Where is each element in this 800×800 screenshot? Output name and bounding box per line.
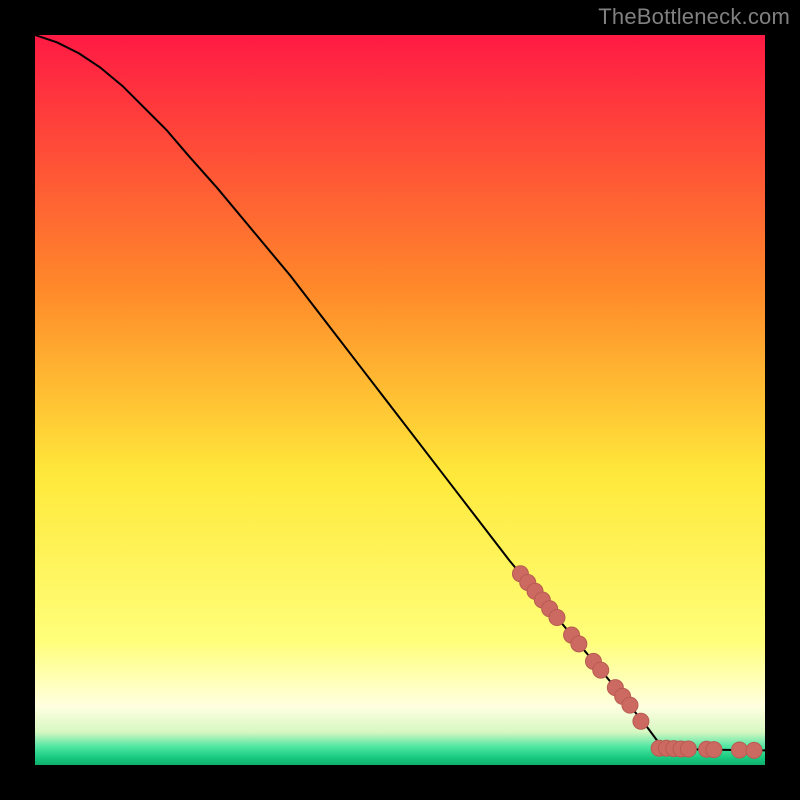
data-marker	[731, 742, 747, 758]
plot-area	[35, 35, 765, 765]
data-marker	[680, 741, 696, 757]
watermark-text: TheBottleneck.com	[598, 4, 790, 30]
data-marker	[571, 636, 587, 652]
data-marker	[622, 697, 638, 713]
chart-svg	[35, 35, 765, 765]
data-marker	[633, 713, 649, 729]
data-marker	[549, 610, 565, 626]
chart-frame: TheBottleneck.com	[0, 0, 800, 800]
data-marker	[593, 662, 609, 678]
data-marker	[746, 742, 762, 758]
chart-background	[35, 35, 765, 765]
data-marker	[706, 742, 722, 758]
